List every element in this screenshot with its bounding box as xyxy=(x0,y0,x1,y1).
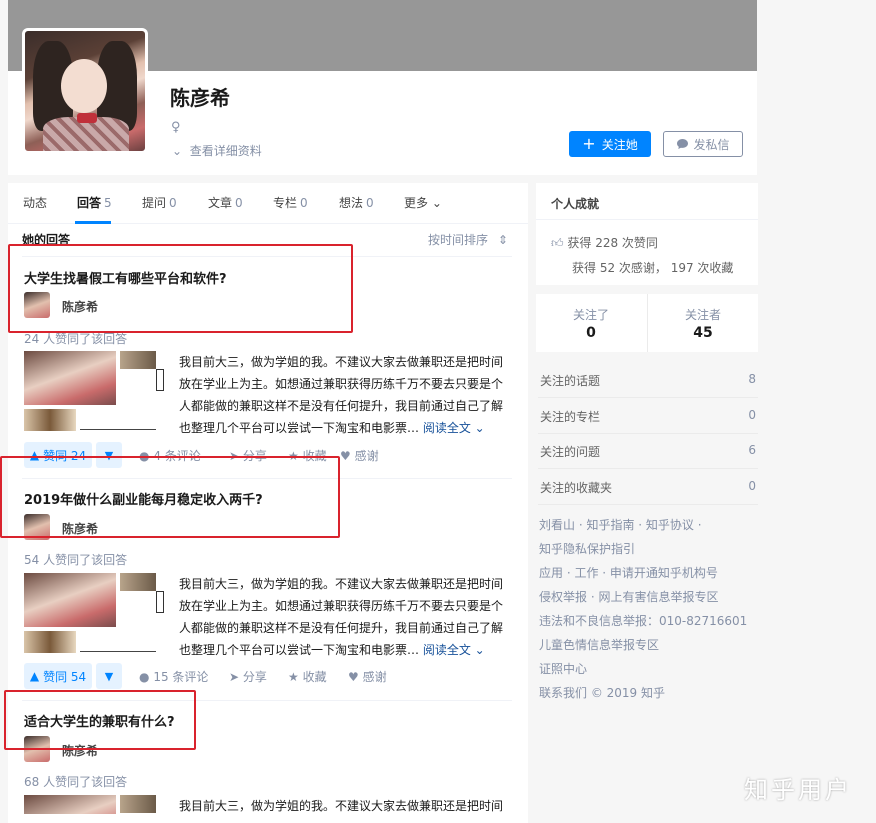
follow-button-label: 关注她 xyxy=(601,137,638,152)
followers-stat[interactable]: 关注者 45 xyxy=(648,294,758,352)
chat-bubble-icon xyxy=(677,139,689,149)
read-more-link[interactable]: 阅读全文 ⌄ xyxy=(423,643,485,657)
plus-icon: + xyxy=(582,134,596,153)
achievement-thanks: 获得 52 次感谢， 197 次收藏 xyxy=(572,261,734,275)
following-stat[interactable]: 关注了 0 xyxy=(536,294,646,352)
watermark: 知乎用户 xyxy=(744,776,852,804)
footer-links[interactable]: 应用 · 工作 · 申请开通知乎机构号 xyxy=(539,564,718,581)
downvote-button[interactable]: ▼ xyxy=(96,663,122,689)
thumbs-up-icon: 👍︎ xyxy=(551,236,564,250)
follow-button[interactable]: + 关注她 xyxy=(569,131,651,157)
detail-link-label: 查看详细资料 xyxy=(189,144,262,158)
footer-links[interactable]: 侵权举报 · 网上有害信息举报专区 xyxy=(539,588,718,605)
footer-copyright: 联系我们 © 2019 知乎 xyxy=(539,686,665,700)
tab-answers[interactable]: 回答 5 xyxy=(77,194,112,211)
answer-thumbnail[interactable] xyxy=(24,573,166,653)
sidebar-item-questions[interactable]: 关注的问题 6 xyxy=(538,432,758,469)
answer-excerpt[interactable]: 我目前大三，做为学姐的我。不建议大家去做兼职还是把时间放在学业上为主。如想通过兼… xyxy=(179,351,505,439)
upvote-info: 68 人赞同了该回答 xyxy=(24,775,128,789)
achievements-card: 个人成就 👍︎ 获得 228 次赞同 获得 52 次感谢， 197 次收藏 xyxy=(536,183,758,285)
triangle-up-icon: ▲ xyxy=(29,669,40,683)
sort-toggle[interactable]: 按时间排序 ⇕ xyxy=(428,231,508,248)
tab-articles[interactable]: 文章 0 xyxy=(208,194,243,211)
thanks-button[interactable]: ♥ 感谢 xyxy=(340,447,379,464)
share-icon: ➤ xyxy=(229,670,240,684)
highlight-box xyxy=(0,456,340,538)
footer-links[interactable]: 刘看山 · 知乎指南 · 知乎协议 · xyxy=(539,516,702,533)
upvote-info: 54 人赞同了该回答 xyxy=(24,553,128,567)
star-icon: ★ xyxy=(288,670,299,684)
active-tab-indicator xyxy=(75,221,111,224)
tab-activities[interactable]: 动态 xyxy=(23,194,47,211)
read-more-link[interactable]: 阅读全文 ⌄ xyxy=(423,421,485,435)
answer-thumbnail[interactable] xyxy=(24,795,166,814)
profile-tabs: 动态 回答 5 提问 0 文章 0 专栏 0 想法 0 更多 ⌄ xyxy=(8,183,528,224)
answer-actions: ▲ 赞同 54 ▼ ● 15 条评论 ➤ 分享 ★ 收藏 ♥ 感谢 xyxy=(24,663,504,689)
answer-excerpt[interactable]: 我目前大三，做为学姐的我。不建议大家去做兼职还是把时间放在学业上为主。如想通过兼… xyxy=(179,573,505,661)
tab-questions[interactable]: 提问 0 xyxy=(142,194,177,211)
answer-thumbnail[interactable] xyxy=(24,351,166,431)
sidebar-item-collections[interactable]: 关注的收藏夹 0 xyxy=(538,468,758,505)
footer-links[interactable]: 证照中心 xyxy=(539,660,587,677)
female-icon: ♀ xyxy=(171,120,181,135)
footer-links[interactable]: 儿童色情信息举报专区 xyxy=(539,636,659,653)
upvote-button[interactable]: ▲ 赞同 54 xyxy=(24,663,92,689)
sidebar-item-topics[interactable]: 关注的话题 8 xyxy=(538,361,758,398)
chevron-down-icon: ⌄ xyxy=(428,196,442,210)
collect-button[interactable]: ★ 收藏 xyxy=(288,668,327,685)
tab-columns[interactable]: 专栏 0 xyxy=(273,194,308,211)
profile-name: 陈彦希 xyxy=(170,86,230,110)
triangle-down-icon: ▼ xyxy=(104,669,114,683)
highlight-box xyxy=(4,690,196,750)
heart-icon: ♥ xyxy=(340,449,351,463)
chevron-down-icon: ⌄ xyxy=(172,144,183,158)
sort-arrows-icon: ⇕ xyxy=(497,233,508,247)
footer-links[interactable]: 违法和不良信息举报：010-82716601 xyxy=(539,612,747,629)
sidebar-item-columns[interactable]: 关注的专栏 0 xyxy=(538,397,758,434)
highlight-box xyxy=(8,244,353,333)
message-button-label: 发私信 xyxy=(693,137,730,152)
detail-link[interactable]: ⌄ 查看详细资料 xyxy=(172,142,262,159)
avatar[interactable] xyxy=(22,28,148,154)
comment-icon: ● xyxy=(139,670,150,684)
achievements-title: 个人成就 xyxy=(551,197,600,211)
sort-label: 按时间排序 xyxy=(428,233,489,247)
follow-stats-card: 关注了 0 关注者 45 xyxy=(536,294,758,352)
answer-excerpt[interactable]: 我目前大三，做为学姐的我。不建议大家去做兼职还是把时间放在学业上为主。 xyxy=(179,795,505,814)
share-button[interactable]: ➤ 分享 xyxy=(229,668,267,685)
tab-pins[interactable]: 想法 0 xyxy=(339,194,374,211)
footer-links[interactable]: 知乎隐私保护指引 xyxy=(539,540,635,557)
comment-button[interactable]: ● 15 条评论 xyxy=(139,668,208,685)
heart-icon: ♥ xyxy=(348,670,359,684)
thanks-button[interactable]: ♥ 感谢 xyxy=(348,668,387,685)
message-button[interactable]: 发私信 xyxy=(663,131,743,157)
tab-more[interactable]: 更多 ⌄ xyxy=(404,194,442,211)
achievement-votes: 👍︎ 获得 228 次赞同 xyxy=(551,236,658,250)
